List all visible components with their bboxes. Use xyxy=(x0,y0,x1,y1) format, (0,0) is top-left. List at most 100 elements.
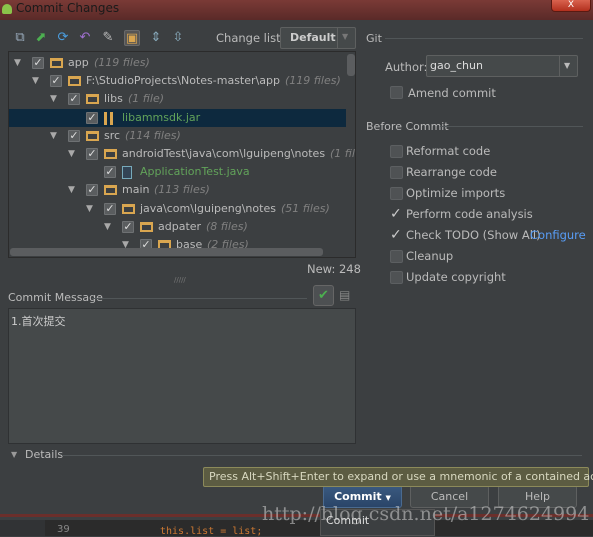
tree-row[interactable]: ▼ ✓ main (113 files) xyxy=(9,181,346,199)
expand-arrow-icon[interactable]: ▼ xyxy=(68,145,75,163)
configure-link[interactable]: Configure xyxy=(530,228,586,242)
include-checkbox[interactable]: ✓ xyxy=(32,57,44,69)
tree-row[interactable]: ▼ ✓ app (119 files) xyxy=(9,54,346,72)
tree-row[interactable]: ▼ ✓ src (114 files) xyxy=(9,127,346,145)
commit-message-history-icon[interactable]: ▤ xyxy=(339,288,350,302)
collapse-all-icon[interactable]: ⇳ xyxy=(170,30,186,46)
include-checkbox[interactable]: ✓ xyxy=(86,148,98,160)
horizontal-scrollbar[interactable] xyxy=(10,248,323,256)
code-line: this.list = list; xyxy=(160,526,263,537)
include-checkbox[interactable]: ✓ xyxy=(68,93,80,106)
splitter-handle[interactable]: ///// xyxy=(174,276,186,284)
tree-item-label: ApplicationTest.java xyxy=(140,165,250,179)
expand-arrow-icon[interactable]: ▼ xyxy=(32,72,39,90)
option-checkbox[interactable] xyxy=(390,250,403,263)
tooltip: Press Alt+Shift+Enter to expand or use a… xyxy=(203,467,593,487)
spellcheck-icon[interactable]: ✔ xyxy=(313,285,334,306)
tree-item-label: src xyxy=(104,128,121,142)
change-list-value: Default xyxy=(290,31,336,44)
file-count: (51 files) xyxy=(281,201,330,215)
window-title: Commit Changes xyxy=(16,1,120,15)
file-count: (113 files) xyxy=(154,183,210,197)
commit-message-text: 1.首次提交 xyxy=(11,315,66,328)
option-checkbox[interactable]: ✓ xyxy=(390,207,403,221)
folder-icon xyxy=(68,76,81,87)
include-checkbox[interactable]: ✓ xyxy=(104,166,116,179)
vertical-scrollbar[interactable] xyxy=(347,54,355,76)
option-checkbox[interactable] xyxy=(390,271,403,284)
tree-row[interactable]: ▼ ✓ java\com\lguipeng\notes (51 files) xyxy=(9,200,346,218)
expand-all-icon[interactable]: ⇕ xyxy=(148,30,164,46)
include-checkbox[interactable]: ✓ xyxy=(122,220,134,233)
include-checkbox[interactable]: ✓ xyxy=(104,202,116,215)
include-checkbox[interactable]: ✓ xyxy=(50,75,62,88)
folder-icon xyxy=(122,203,135,214)
expand-arrow-icon[interactable]: ▼ xyxy=(104,218,111,236)
option-checkbox[interactable]: ✓ xyxy=(390,228,403,242)
diff-icon[interactable]: ⧉ xyxy=(12,30,28,46)
option-label[interactable]: Check TODO (Show All) xyxy=(406,228,541,242)
expand-arrow-icon[interactable]: ▼ xyxy=(50,127,57,145)
tree-row[interactable]: ✓ libammsdk.jar xyxy=(9,108,346,127)
details-toggle[interactable]: Details xyxy=(25,448,63,461)
new-count: New: 248 xyxy=(307,262,361,276)
expand-arrow-icon[interactable]: ▼ xyxy=(14,54,21,72)
file-count: (114 files) xyxy=(125,128,181,142)
option-checkbox[interactable] xyxy=(390,187,403,200)
expand-details-icon[interactable]: ▼ xyxy=(11,450,17,459)
tree-row[interactable]: ✓ ApplicationTest.java xyxy=(9,163,346,181)
expand-arrow-icon[interactable]: ▼ xyxy=(86,200,93,218)
edit-source-icon[interactable]: ✎ xyxy=(100,30,116,46)
option-checkbox[interactable] xyxy=(390,166,403,179)
android-studio-icon xyxy=(2,4,12,14)
tree-item-label: adpater xyxy=(158,219,202,233)
expand-arrow-icon[interactable]: ▼ xyxy=(50,90,57,108)
option-label[interactable]: Cleanup xyxy=(406,249,453,263)
chevron-down-icon: ▼ xyxy=(385,494,391,502)
author-value: gao_chun xyxy=(430,59,483,72)
amend-commit-checkbox[interactable] xyxy=(390,86,403,99)
tree-item-label: libs xyxy=(104,92,123,106)
commit-button-label: Commit xyxy=(334,490,382,503)
tree-item-label: app xyxy=(68,56,89,69)
tree-row[interactable]: ▼ ✓ F:\StudioProjects\Notes-master\app (119… xyxy=(9,72,346,90)
git-section-label: Git xyxy=(366,32,382,45)
include-checkbox[interactable]: ✓ xyxy=(86,111,98,124)
folder-icon xyxy=(104,185,117,196)
file-count: (1 file) xyxy=(128,92,165,106)
changes-tree[interactable]: ▼ ✓ base (2 files) ▼ ✓ adpater (8 files) ▼ ✓ java\… xyxy=(8,51,356,258)
tree-item-label: libammsdk.jar xyxy=(122,110,201,124)
option-label[interactable]: Perform code analysis xyxy=(406,207,533,221)
tree-row[interactable]: ▼ ✓ androidTest\java\com\lguipeng\notes (1 … xyxy=(9,145,355,163)
file-count: (8 files) xyxy=(206,219,248,233)
group-by-directory-icon[interactable]: ▣ xyxy=(124,30,140,46)
line-number: 39 xyxy=(57,524,70,535)
folder-icon xyxy=(86,94,99,105)
tree-item-label: androidTest\java\com\lguipeng\notes xyxy=(122,147,326,160)
author-combobox[interactable]: gao_chun ▼ xyxy=(426,55,578,77)
rollback-icon[interactable]: ↶ xyxy=(77,30,93,46)
change-list-select[interactable]: Default ▼ xyxy=(280,27,356,49)
refresh-icon[interactable]: ⟳ xyxy=(55,30,71,46)
java-file-icon xyxy=(122,166,132,180)
folder-icon xyxy=(104,149,117,159)
option-checkbox[interactable] xyxy=(390,145,403,158)
tree-row[interactable]: ▼ ✓ libs (1 file) xyxy=(9,90,346,108)
expand-arrow-icon[interactable]: ▼ xyxy=(68,181,75,199)
option-label[interactable]: Rearrange code xyxy=(406,165,497,179)
option-label[interactable]: Optimize imports xyxy=(406,186,505,200)
file-count: (119 files) xyxy=(285,74,341,88)
option-label[interactable]: Reformat code xyxy=(406,144,490,158)
file-count: (119 files) xyxy=(94,56,150,69)
file-count: (1 file) xyxy=(330,147,355,160)
include-checkbox[interactable]: ✓ xyxy=(68,129,80,142)
move-icon[interactable]: ⬈ xyxy=(33,30,49,46)
include-checkbox[interactable]: ✓ xyxy=(86,184,98,197)
option-label[interactable]: Update copyright xyxy=(406,270,506,284)
commit-message-input[interactable]: 1.首次提交 xyxy=(8,308,356,444)
amend-commit-label[interactable]: Amend commit xyxy=(408,86,496,100)
close-button[interactable]: X xyxy=(551,0,591,12)
author-label: Author: xyxy=(385,60,428,74)
watermark: http://blog.csdn.net/a1274624994 xyxy=(262,503,590,525)
tree-row[interactable]: ▼ ✓ adpater (8 files) xyxy=(9,218,346,236)
